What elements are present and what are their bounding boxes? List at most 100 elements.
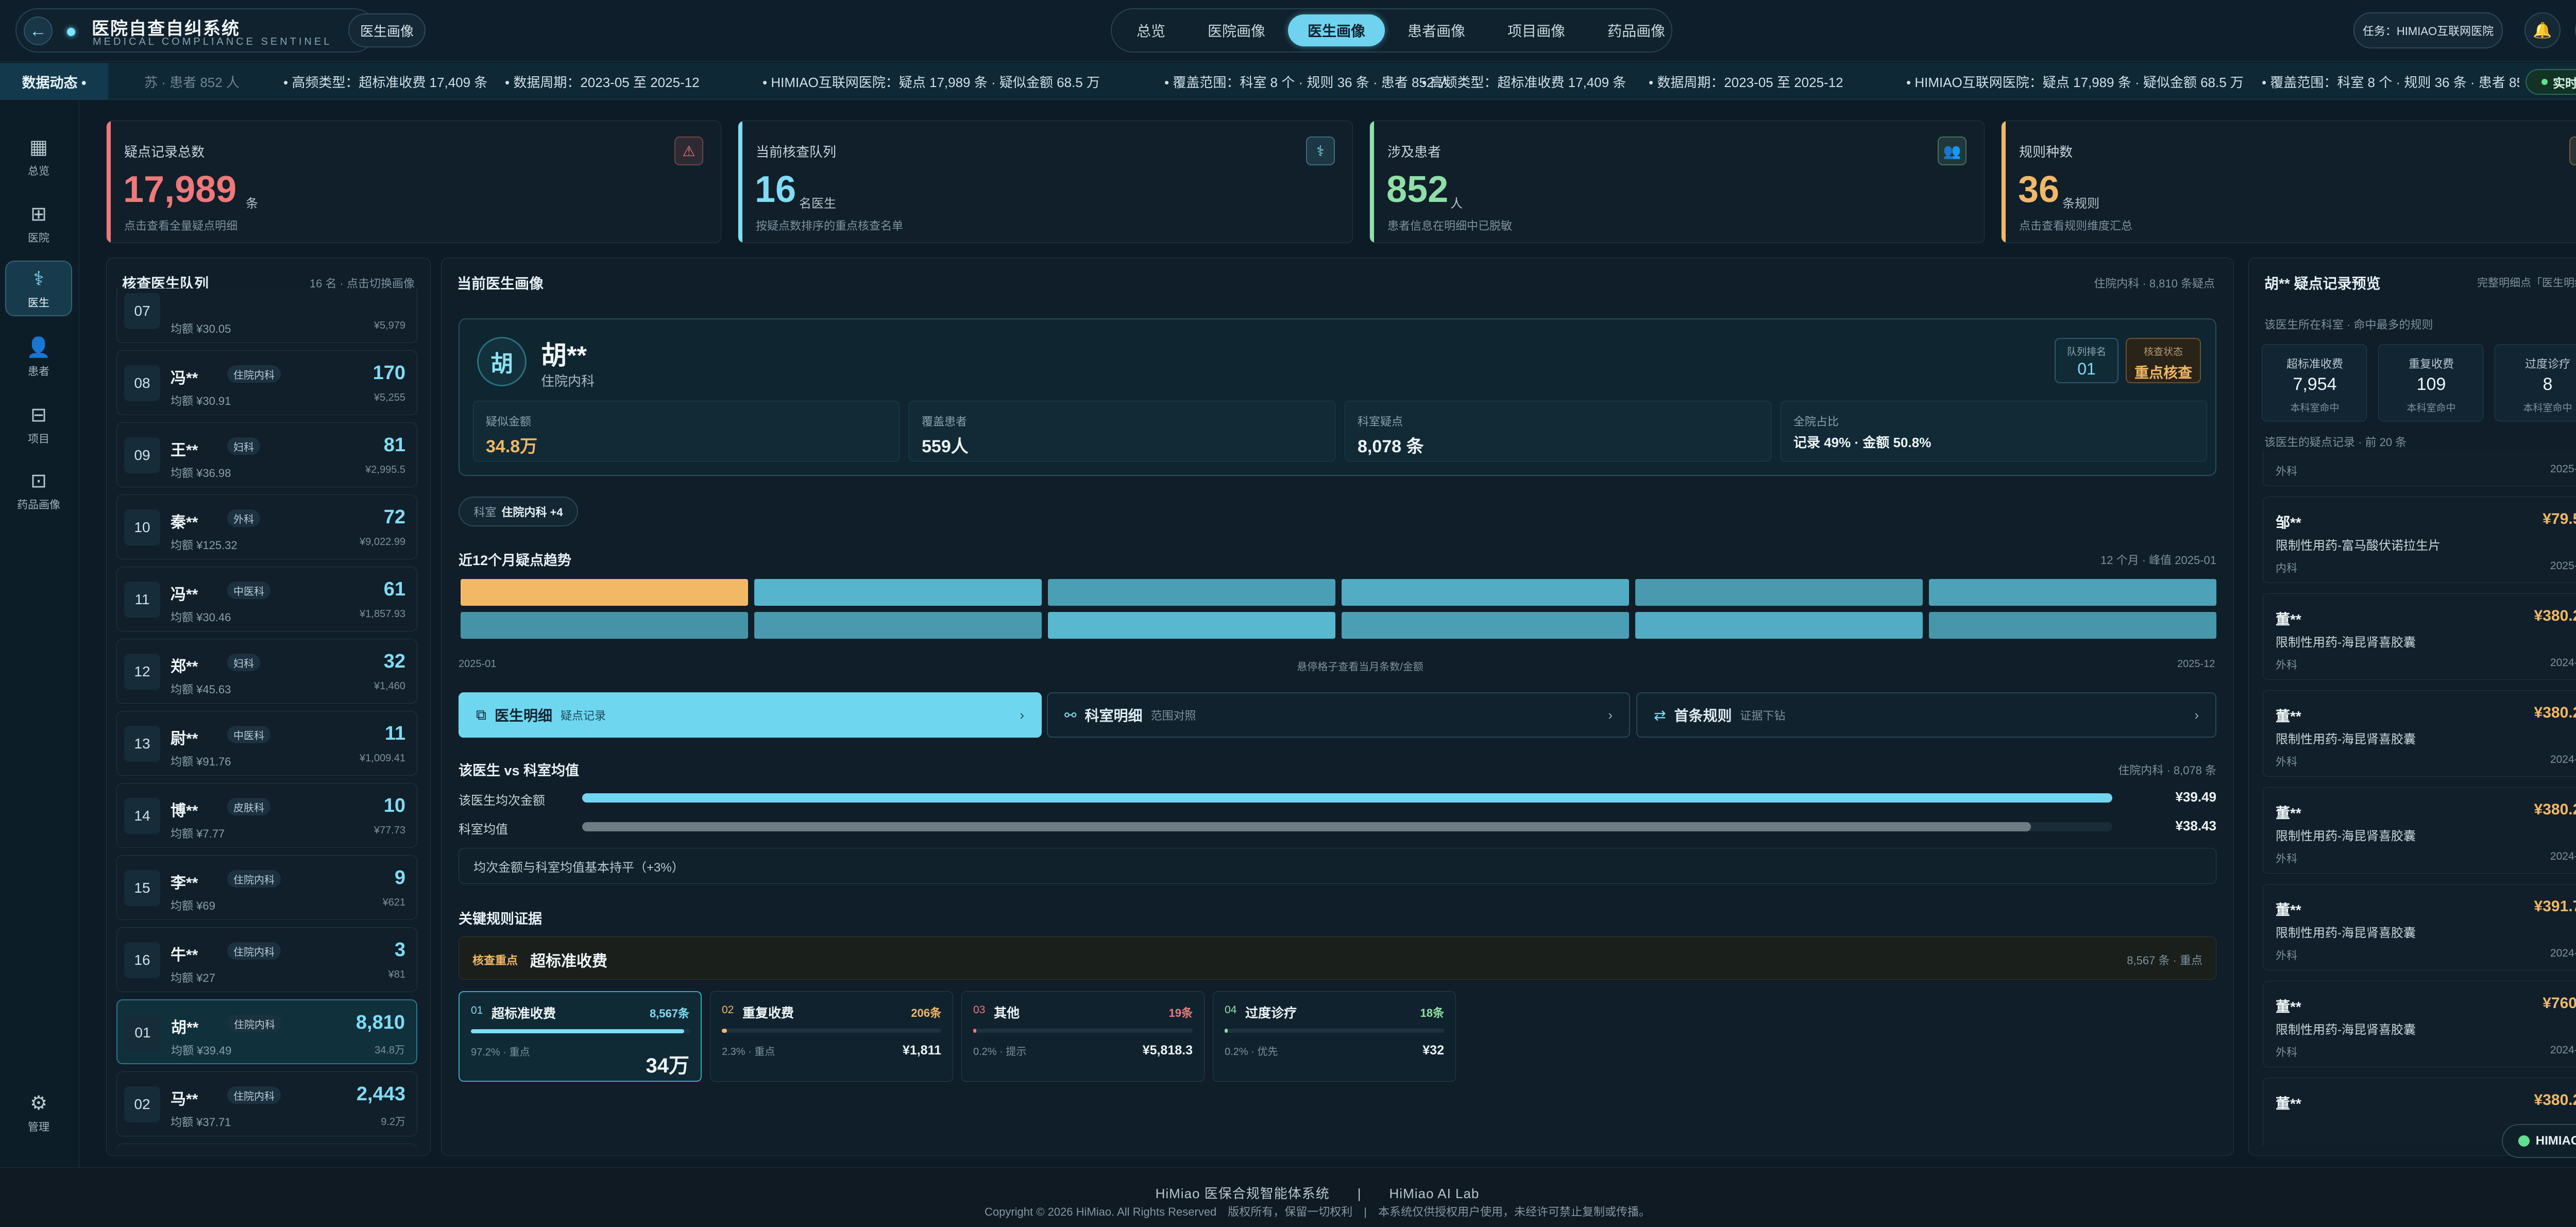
trend-cell[interactable] bbox=[1342, 612, 1629, 639]
doctor-row[interactable]: 08 冯** 住院内科 均额 ¥30.91 170 ¥5,255 bbox=[116, 350, 417, 415]
sidebar-item-patient[interactable]: 👤 患者 bbox=[5, 330, 72, 385]
stat-card[interactable]: 当前核查队列 16 名医生 按疑点数排序的重点核查名单 ⚕ bbox=[738, 121, 1353, 243]
record-item[interactable]: 外科 2025-07 bbox=[2263, 451, 2576, 486]
news-ticker: 数据动态 • 苏 · 患者 852 人 • 高频类型：超标准收费 17,409 … bbox=[0, 63, 2576, 100]
doctor-row[interactable]: 10 秦** 外科 均额 ¥125.32 72 ¥9,022.99 bbox=[116, 495, 417, 559]
doctor-detail-button[interactable]: ⧉ 医生明细 疑点记录 › bbox=[459, 692, 1042, 738]
doctor-row[interactable]: 11 冯** 中医科 均额 ¥30.46 61 ¥1,857.93 bbox=[116, 567, 417, 632]
record-amount: ¥760.5 bbox=[2543, 995, 2576, 1012]
doctor-rank: 15 bbox=[124, 870, 160, 906]
sidebar-item-item[interactable]: ⊟ 项目 bbox=[5, 397, 72, 452]
tab-overview[interactable]: 总览 bbox=[1117, 14, 1185, 46]
record-amount: ¥380.25 bbox=[2534, 801, 2576, 818]
sidebar-item-label: 药品画像 bbox=[17, 499, 60, 511]
doctor-amount: ¥5,255 bbox=[374, 392, 405, 403]
doctor-row[interactable]: 02 马** 住院内科 均额 ¥37.71 2,443 9.2万 bbox=[116, 1071, 417, 1136]
ai-assistant-button[interactable]: HIMIAO AI bbox=[2502, 1124, 2576, 1158]
doctor-rank: 10 bbox=[124, 509, 160, 546]
trend-cell[interactable] bbox=[754, 612, 1042, 639]
trend-cell[interactable] bbox=[461, 612, 748, 639]
doctor-row[interactable]: 07 均额 ¥30.05 ¥5,979 bbox=[116, 288, 417, 343]
task-pill[interactable]: 任务：HIMIAO互联网医院 bbox=[2353, 12, 2503, 48]
stat-card[interactable]: 涉及患者 852 人患者信息在明细中已脱敏 👥 bbox=[1369, 121, 1985, 243]
sidebar-item-doctor[interactable]: ⚕ 医生 bbox=[5, 261, 72, 316]
sidebar-item-label: 项目 bbox=[28, 433, 49, 445]
sidebar-item-admin[interactable]: ⚙ 管理 bbox=[5, 1085, 72, 1140]
back-arrow-icon[interactable]: ← bbox=[24, 16, 53, 45]
dept-filter-chip[interactable]: 科室 住院内科 +4 bbox=[459, 497, 578, 526]
doctor-row[interactable]: 03马**内科2,062 bbox=[116, 1144, 417, 1148]
doctor-amount: ¥81 bbox=[388, 969, 405, 980]
record-item[interactable]: 董** ¥380.25 限制性用药-海昆肾喜胶囊外科 2024-04 bbox=[2263, 690, 2576, 777]
stat-unit: 条规则 bbox=[2062, 197, 2099, 211]
focus-tag: 核查重点 bbox=[472, 954, 518, 967]
trend-cell[interactable] bbox=[1048, 579, 1335, 606]
trend-cell[interactable] bbox=[1929, 579, 2216, 606]
record-item[interactable]: 董** ¥391.72 限制性用药-海昆肾喜胶囊外科 2024-07 bbox=[2263, 884, 2576, 970]
chevron-right-icon: › bbox=[2194, 707, 2199, 723]
context-pill[interactable]: 医生画像 bbox=[348, 13, 426, 47]
preview-meta: 完整明细点「医生明细」 bbox=[2477, 277, 2576, 289]
app-subtitle: MEDICAL COMPLIANCE SENTINEL bbox=[93, 36, 332, 47]
doctor-count: 170 bbox=[372, 362, 405, 384]
rule-share-track bbox=[722, 1029, 941, 1033]
stat-accent-bar bbox=[738, 121, 742, 243]
rule-share-track bbox=[471, 1029, 690, 1033]
focus-rule-banner[interactable]: 核查重点 超标准收费 8,567 条 · 重点 bbox=[459, 936, 2216, 980]
record-item[interactable]: 董** ¥760.5 限制性用药-海昆肾喜胶囊外科 2024-08 bbox=[2263, 981, 2576, 1067]
tab-drug[interactable]: 药品画像 bbox=[1588, 14, 1685, 46]
tab-hospital[interactable]: 医院画像 bbox=[1188, 14, 1285, 46]
trend-cell[interactable] bbox=[1635, 579, 1923, 606]
trend-cell[interactable] bbox=[1929, 612, 2216, 639]
doctor-row[interactable]: 15 李** 住院内科 均额 ¥69 9 ¥621 bbox=[116, 855, 417, 920]
dept-chip-value: 住院内科 +4 bbox=[501, 506, 563, 519]
tab-patient[interactable]: 患者画像 bbox=[1388, 14, 1485, 46]
sidebar-item-hospital[interactable]: ⊞ 医院 bbox=[5, 196, 72, 251]
tab-doctor[interactable]: 医生画像 bbox=[1288, 14, 1385, 46]
stat-unit: 名医生 bbox=[799, 197, 836, 211]
trend-cell[interactable] bbox=[461, 579, 748, 606]
rule-card[interactable]: 04 过度诊疗 18条 0.2% · 优先 ¥32 bbox=[1213, 991, 1456, 1082]
doctor-row[interactable]: 12 郑** 妇科 均额 ¥45.63 32 ¥1,460 bbox=[116, 639, 417, 704]
doctor-row[interactable]: 01 胡** 住院内科 均额 ¥39.49 8,810 34.8万 bbox=[116, 999, 417, 1064]
trend-cell[interactable] bbox=[1635, 612, 1923, 639]
first-rule-button[interactable]: ⇄ 首条规则 证据下钻 › bbox=[1636, 692, 2216, 738]
record-item[interactable]: 董** ¥380.25 限制性用药-海昆肾喜胶囊外科 2024-02 bbox=[2263, 593, 2576, 680]
rule-card[interactable]: 02 重复收费 206条 2.3% · 重点 ¥1,811 bbox=[710, 991, 953, 1082]
rule-pct: 97.2% · 重点 bbox=[471, 1047, 530, 1058]
doctor-row[interactable]: 13 尉** 中医科 均额 ¥91.76 11 ¥1,009.41 bbox=[116, 711, 417, 776]
stat-value: 852 bbox=[1386, 169, 1449, 210]
record-item[interactable]: 董** ¥380.25 限制性用药-海昆肾喜胶囊外科 2024-04 bbox=[2263, 787, 2576, 874]
tab-item[interactable]: 项目画像 bbox=[1488, 14, 1585, 46]
live-dot-icon bbox=[2541, 79, 2548, 85]
sidebar-item-overview[interactable]: ▦ 总览 bbox=[5, 129, 72, 184]
live-data-badge[interactable]: 实时数据 bbox=[2526, 69, 2576, 95]
sidebar-item-drug[interactable]: ⊡ 药品画像 bbox=[5, 463, 72, 518]
trend-cell[interactable] bbox=[1342, 579, 1629, 606]
rule-hit-card[interactable]: 超标准收费 7,954 本科室命中 bbox=[2262, 344, 2367, 421]
rule-hit-card[interactable]: 重复收费 109 本科室命中 bbox=[2378, 344, 2483, 421]
rule-hit-card[interactable]: 过度诊疗 8 本科室命中 bbox=[2495, 344, 2576, 421]
stat-value: 36 bbox=[2018, 169, 2060, 210]
mini-sub: 本科室命中 bbox=[2290, 403, 2340, 414]
ticker-item: • HIMIAO互联网医院：疑点 17,989 条 · 疑似金额 68.5 万 bbox=[762, 74, 1100, 90]
status-dot-icon bbox=[67, 28, 75, 36]
record-item[interactable]: 邹** ¥79.56 限制性用药-富马酸伏诺拉生片内科 2025-10 bbox=[2263, 497, 2576, 583]
trend-cell[interactable] bbox=[1048, 612, 1335, 639]
stat-card[interactable]: 疑点记录总数 17,989 条点击查看全量疑点明细 ⚠ bbox=[106, 121, 721, 243]
bell-icon[interactable]: 🔔 bbox=[2524, 12, 2561, 48]
doctor-avg: 均额 ¥36.98 bbox=[171, 467, 231, 480]
doctor-row[interactable]: 09 王** 妇科 均额 ¥36.98 81 ¥2,995.5 bbox=[116, 422, 417, 487]
rule-card[interactable]: 03 其他 19条 0.2% · 提示 ¥5,818.3 bbox=[961, 991, 1205, 1082]
trend-cell[interactable] bbox=[754, 579, 1042, 606]
rule-card[interactable]: 01 超标准收费 8,567条 97.2% · 重点 34万 bbox=[459, 991, 702, 1082]
doctor-amount: 34.8万 bbox=[375, 1045, 405, 1056]
doctor-row[interactable]: 14 博** 皮肤科 均额 ¥7.77 10 ¥77.73 bbox=[116, 783, 417, 848]
dept-detail-button[interactable]: ⚯ 科室明细 范围对照 › bbox=[1047, 692, 1630, 738]
doctor-row[interactable]: 16 牛** 住院内科 均额 ¥27 3 ¥81 bbox=[116, 927, 417, 992]
compare-doctor-value: ¥39.49 bbox=[2175, 789, 2216, 805]
preview-top-label: 该医生所在科室 · 命中最多的规则 bbox=[2264, 318, 2433, 331]
compare-doctor-bar bbox=[582, 793, 2112, 803]
stat-card[interactable]: 规则种数 36条规则点击查看规则维度汇总 ⚖ bbox=[2001, 121, 2576, 243]
stat-value: 16 bbox=[755, 169, 796, 210]
